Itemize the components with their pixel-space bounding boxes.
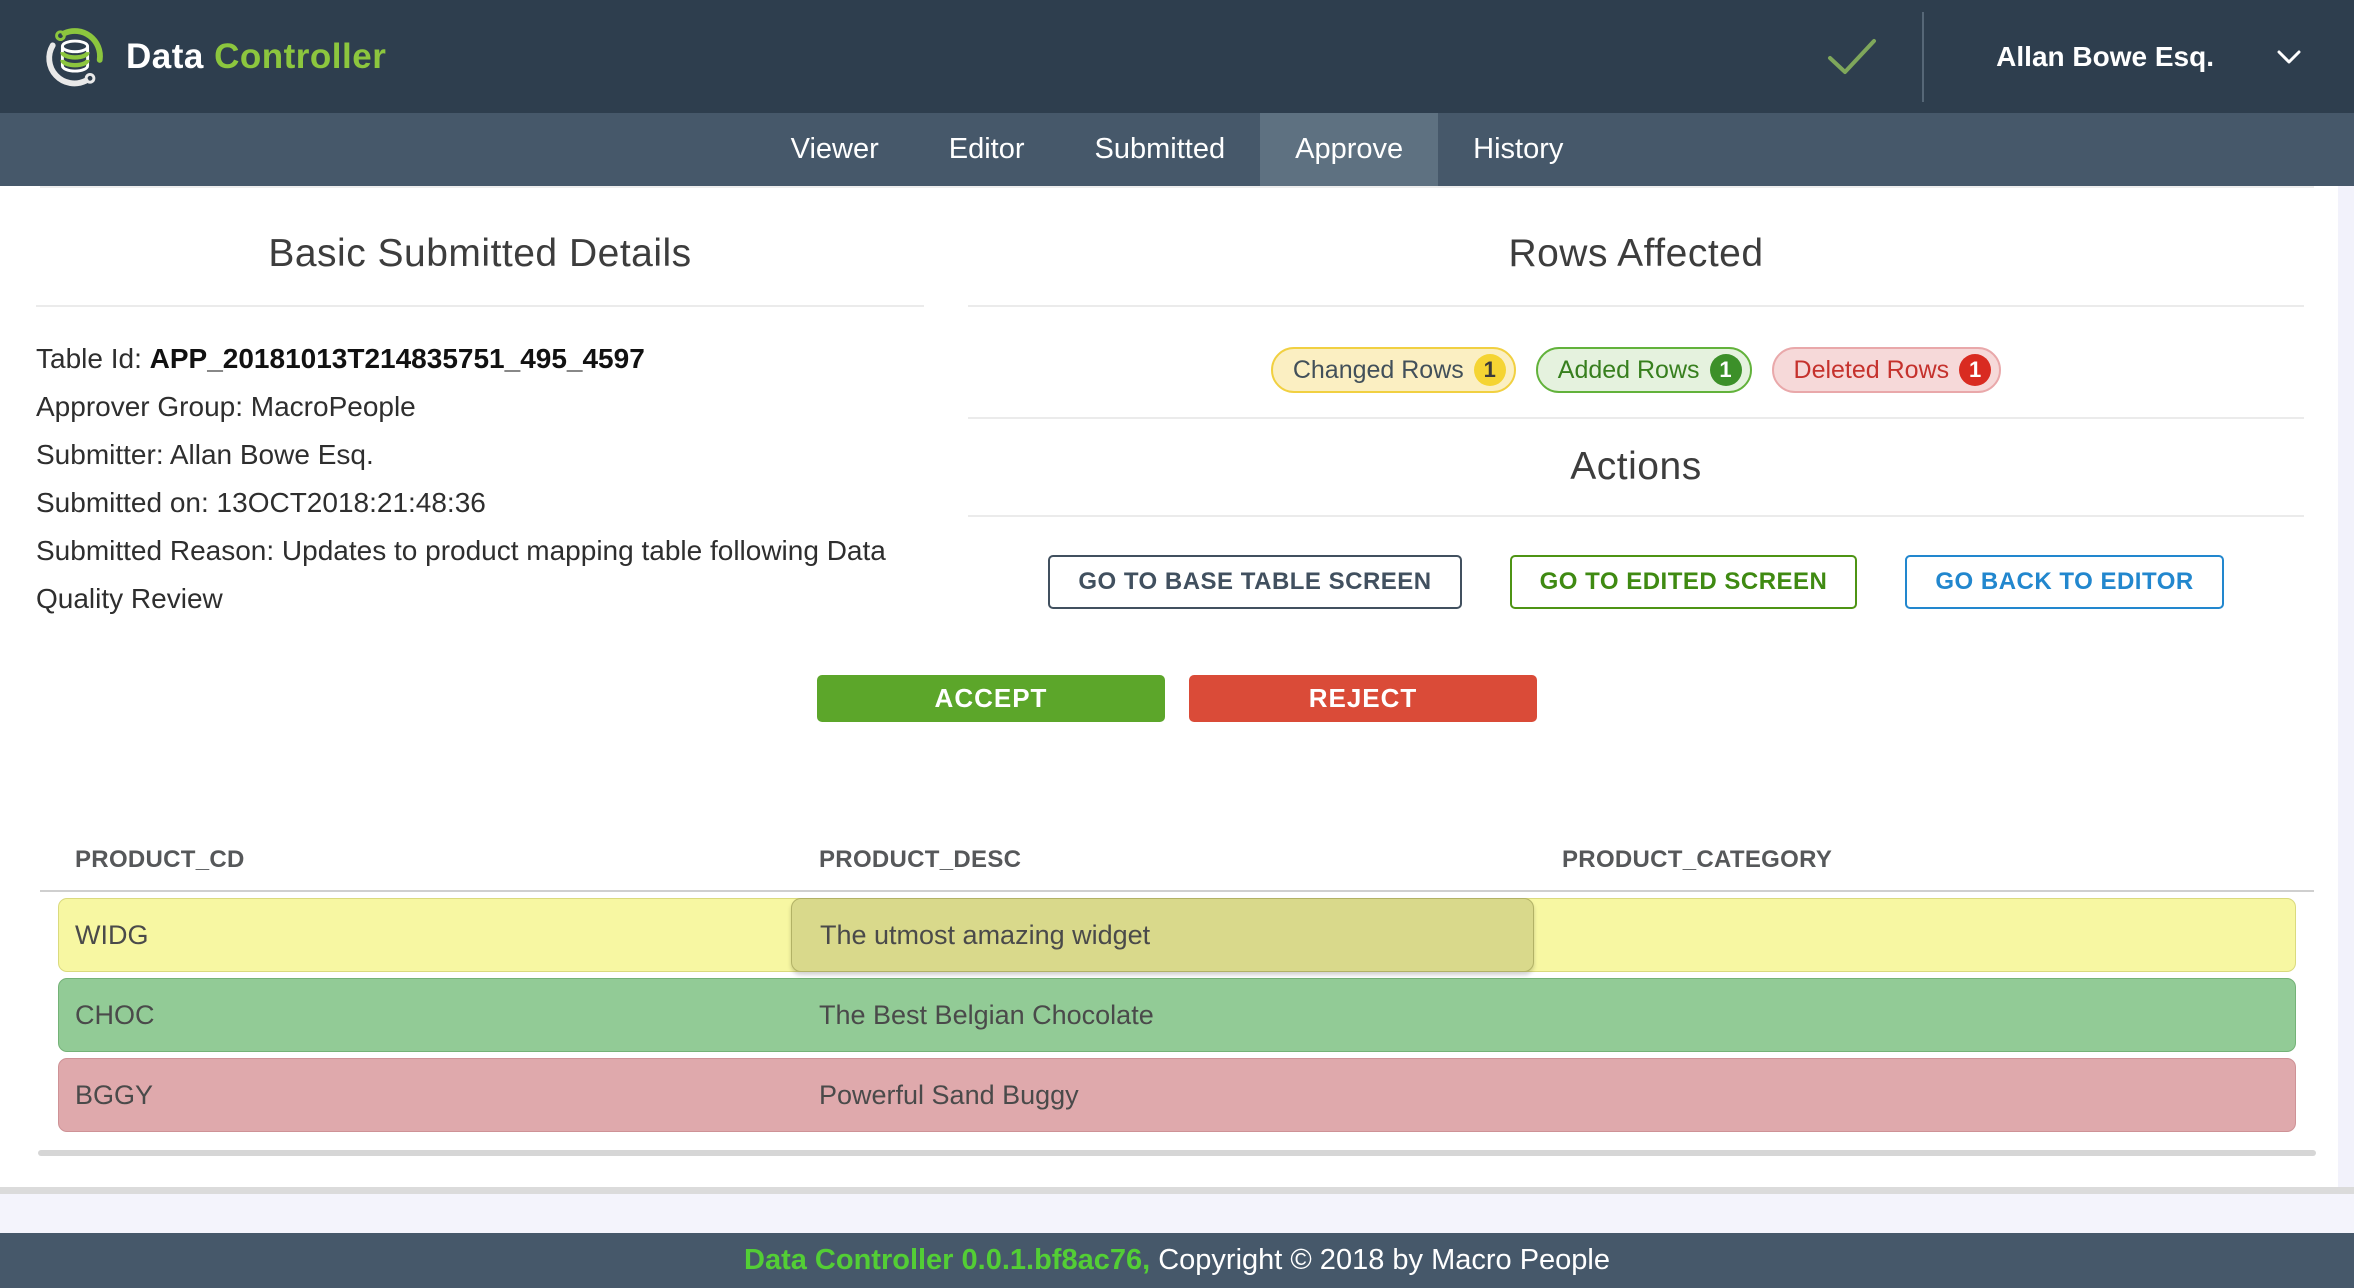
tab-approve[interactable]: Approve	[1260, 113, 1438, 186]
divider	[968, 515, 2304, 517]
changed-rows-badge[interactable]: Changed Rows 1	[1271, 347, 1516, 393]
app-logo[interactable]: Data Controller	[44, 26, 386, 88]
table-row-added[interactable]: CHOC The Best Belgian Chocolate	[58, 978, 2296, 1052]
page-background-band	[0, 1194, 2354, 1233]
submitted-reason-line: Submitted Reason: Updates to product map…	[36, 527, 924, 623]
chevron-down-icon[interactable]	[2276, 49, 2302, 65]
go-to-base-table-button[interactable]: GO TO BASE TABLE SCREEN	[1048, 555, 1461, 609]
check-icon[interactable]	[1826, 37, 1878, 77]
go-back-to-editor-button[interactable]: GO BACK TO EDITOR	[1905, 555, 2223, 609]
tab-history[interactable]: History	[1438, 113, 1598, 186]
submitted-details-panel: Basic Submitted Details Table Id: APP_20…	[0, 188, 960, 623]
cell-product-category	[1534, 979, 2295, 1051]
footer-copyright: Copyright © 2018 by Macro People	[1150, 1244, 1610, 1277]
horizontal-scrollbar[interactable]	[38, 1150, 2316, 1156]
main-content: Basic Submitted Details Table Id: APP_20…	[0, 186, 2354, 1187]
divider	[968, 305, 2304, 307]
table-id-value: APP_20181013T214835751_495_4597	[150, 343, 645, 374]
app-title: Data Controller	[126, 37, 386, 77]
header-divider	[1922, 12, 1924, 102]
cell-product-category	[1534, 1059, 2295, 1131]
rows-affected-panel: Rows Affected Changed Rows 1 Added Rows …	[960, 188, 2354, 623]
footer: Data Controller 0.0.1.bf8ac76, Copyright…	[0, 1233, 2354, 1288]
submitted-details-text: Table Id: APP_20181013T214835751_495_459…	[36, 307, 924, 623]
tab-submitted[interactable]: Submitted	[1060, 113, 1261, 186]
added-rows-badge[interactable]: Added Rows 1	[1536, 347, 1752, 393]
cell-product-cd: WIDG	[59, 899, 791, 971]
go-to-edited-screen-button[interactable]: GO TO EDITED SCREEN	[1510, 555, 1858, 609]
table-header-row: PRODUCT_CD PRODUCT_DESC PRODUCT_CATEGORY	[0, 846, 2354, 874]
tab-editor[interactable]: Editor	[914, 113, 1060, 186]
action-buttons: GO TO BASE TABLE SCREEN GO TO EDITED SCR…	[968, 555, 2304, 609]
added-rows-count: 1	[1710, 354, 1742, 386]
cell-product-cd: CHOC	[59, 979, 791, 1051]
diff-table: PRODUCT_CD PRODUCT_DESC PRODUCT_CATEGORY…	[0, 846, 2354, 1156]
footer-version-link[interactable]: Data Controller 0.0.1.bf8ac76,	[744, 1244, 1150, 1277]
table-row-changed[interactable]: WIDG The utmost amazing widget	[58, 898, 2296, 972]
cell-product-category	[1534, 899, 2295, 971]
database-logo-icon	[44, 26, 106, 88]
top-bar: Data Controller Allan Bowe Esq.	[0, 0, 2354, 113]
user-menu[interactable]: Allan Bowe Esq.	[1996, 41, 2214, 73]
cell-product-desc-highlighted: The utmost amazing widget	[791, 898, 1534, 972]
approver-group-line: Approver Group: MacroPeople	[36, 383, 924, 431]
tab-viewer[interactable]: Viewer	[756, 113, 914, 186]
table-row-deleted[interactable]: BGGY Powerful Sand Buggy	[58, 1058, 2296, 1132]
deleted-rows-count: 1	[1959, 354, 1991, 386]
deleted-rows-badge[interactable]: Deleted Rows 1	[1772, 347, 2002, 393]
rows-affected-title: Rows Affected	[968, 232, 2304, 276]
submitter-line: Submitter: Allan Bowe Esq.	[36, 431, 924, 479]
column-header-product-desc: PRODUCT_DESC	[819, 846, 1562, 874]
changed-rows-count: 1	[1474, 354, 1506, 386]
content-bottom-edge	[0, 1187, 2354, 1194]
actions-title: Actions	[968, 445, 2304, 489]
submitted-on-line: Submitted on: 13OCT2018:21:48:36	[36, 479, 924, 527]
table-id-line: Table Id: APP_20181013T214835751_495_459…	[36, 335, 924, 383]
divider	[968, 417, 2304, 419]
cell-product-desc: The Best Belgian Chocolate	[791, 979, 1534, 1051]
reject-button[interactable]: REJECT	[1189, 675, 1537, 722]
vertical-scrollbar-track[interactable]	[2338, 186, 2354, 1187]
cell-product-cd: BGGY	[59, 1059, 791, 1131]
cell-product-desc: Powerful Sand Buggy	[791, 1059, 1534, 1131]
rows-affected-badges: Changed Rows 1 Added Rows 1 Deleted Rows…	[968, 347, 2304, 393]
decision-buttons: ACCEPT REJECT	[0, 675, 2354, 722]
column-header-product-cd: PRODUCT_CD	[75, 846, 819, 874]
main-nav: Viewer Editor Submitted Approve History	[0, 113, 2354, 186]
table-divider	[40, 890, 2314, 892]
column-header-product-category: PRODUCT_CATEGORY	[1562, 846, 2354, 874]
accept-button[interactable]: ACCEPT	[817, 675, 1165, 722]
submitted-details-title: Basic Submitted Details	[36, 232, 924, 276]
